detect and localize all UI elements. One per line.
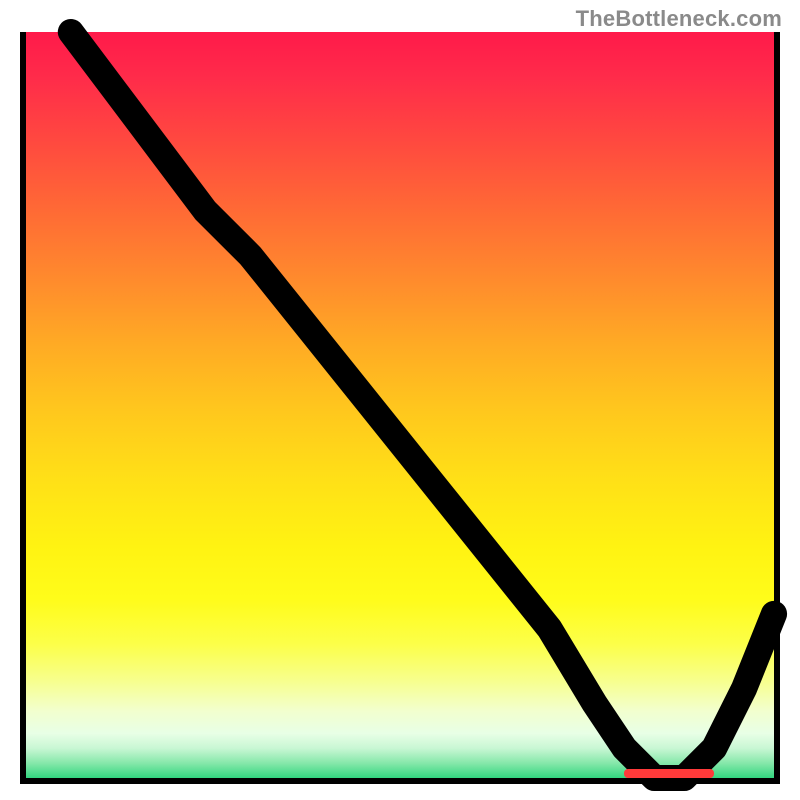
chart-container: TheBottleneck.com (0, 0, 800, 800)
curve-path (71, 32, 774, 778)
plot-frame (20, 32, 780, 784)
bottom-marker (624, 769, 714, 778)
curve-svg (26, 32, 774, 778)
plot-inner (26, 32, 774, 778)
watermark-label: TheBottleneck.com (576, 6, 782, 32)
